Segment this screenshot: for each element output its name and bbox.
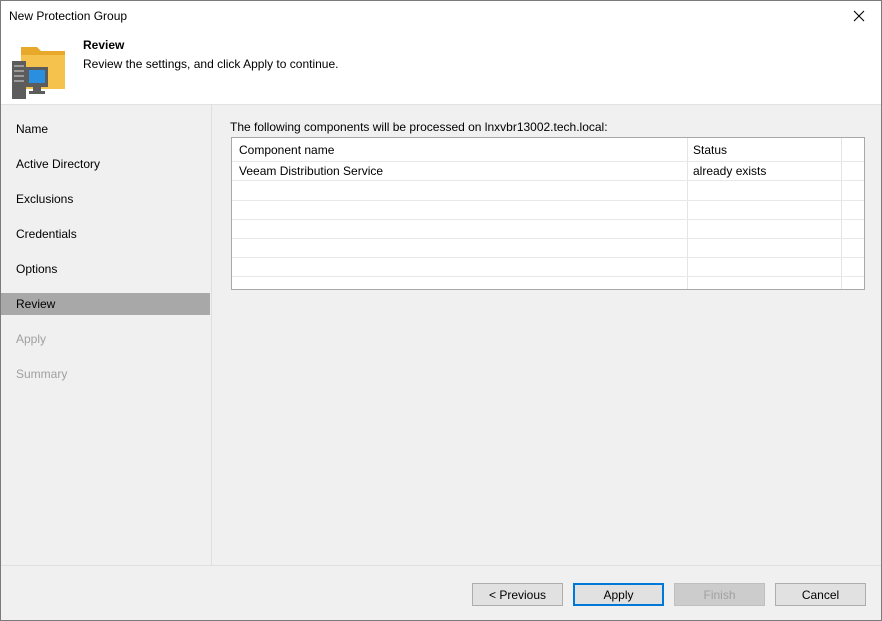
table-row-empty [232,201,864,220]
protection-group-folder-icon [12,47,65,99]
table-row-empty [232,220,864,239]
column-header-component-name[interactable]: Component name [239,141,685,161]
sidebar-item-options[interactable]: Options [1,258,210,280]
window-title: New Protection Group [9,9,128,23]
close-button[interactable] [837,1,881,31]
components-description: The following components will be process… [230,120,608,134]
page-title: Review [83,38,125,52]
sidebar-item-summary: Summary [16,367,68,381]
table-row[interactable]: Veeam Distribution Service already exist… [232,162,864,181]
table-row-empty [232,182,864,201]
sidebar-item-credentials[interactable]: Credentials [1,223,210,245]
apply-button[interactable]: Apply [573,583,664,606]
finish-button: Finish [674,583,765,606]
title-bar: New Protection Group [1,1,881,31]
close-icon [853,10,865,22]
table-row-empty [232,258,864,277]
sidebar-item-apply: Apply [16,332,47,346]
components-table[interactable]: Component name Status Veeam Distribution… [231,137,865,290]
main-content: The following components will be process… [212,105,881,565]
wizard-steps-sidebar: Name Active Directory Exclusions Credent… [1,105,212,565]
cancel-button[interactable]: Cancel [775,583,866,606]
previous-button[interactable]: < Previous [472,583,563,606]
sidebar-item-active-directory[interactable]: Active Directory [1,153,210,175]
column-header-status[interactable]: Status [693,141,843,161]
sidebar-item-exclusions[interactable]: Exclusions [1,188,210,210]
page-subtitle: Review the settings, and click Apply to … [83,57,339,71]
wizard-footer: < Previous Apply Finish Cancel [1,566,881,620]
dialog-window: New Protection Group Review Review the s… [0,0,882,621]
sidebar-item-name[interactable]: Name [1,118,210,140]
table-row-empty [232,239,864,258]
table-header: Component name Status [232,141,864,162]
component-name-cell: Veeam Distribution Service [239,164,384,178]
sidebar-item-review[interactable]: Review [1,293,210,315]
wizard-header: Review Review the settings, and click Ap… [1,31,881,104]
status-cell: already exists [693,164,767,178]
